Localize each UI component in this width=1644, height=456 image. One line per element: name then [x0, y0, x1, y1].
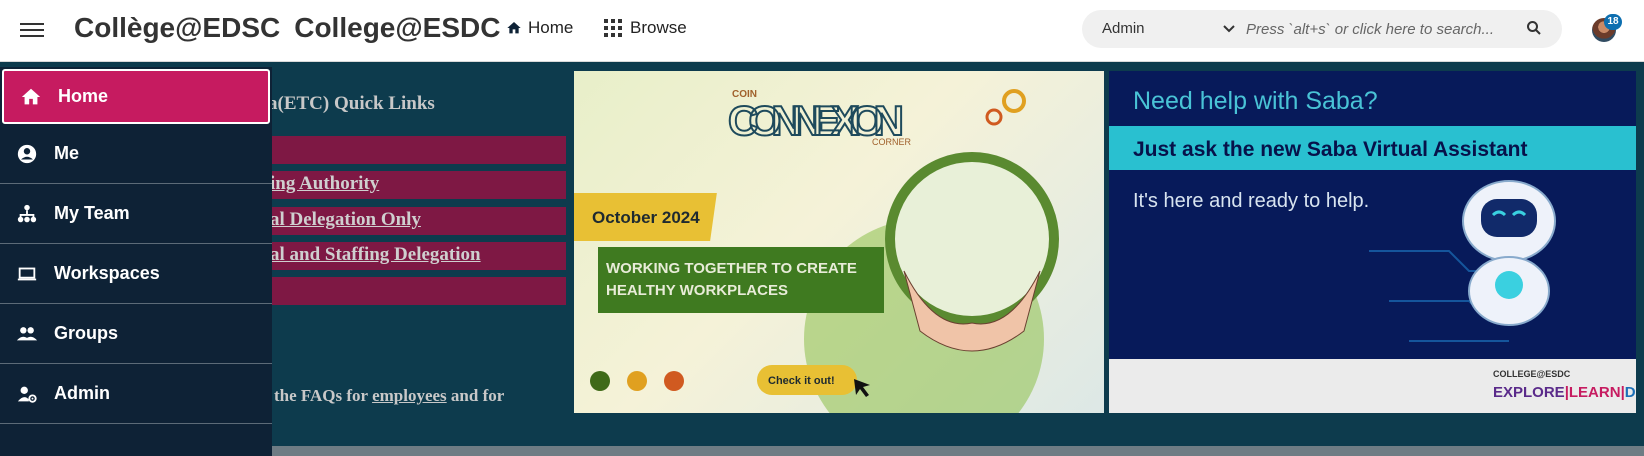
saba-logo-top: COLLEGE@ESDC [1493, 369, 1571, 379]
home-icon [18, 84, 44, 110]
saba-subtitle-post: Saba Virtual Assistant [1301, 138, 1527, 161]
nav-home-label: Home [528, 18, 574, 37]
nav-browse-link[interactable]: Browse [604, 18, 687, 38]
saba-subtitle: Just ask the new Saba Virtual Assistant [1133, 138, 1528, 161]
person-circle-icon [14, 141, 40, 167]
sidebar-item-groups[interactable]: Groups [0, 304, 272, 364]
sidebar-nav: Home Me My Team Workspaces Groups Admin [0, 67, 272, 456]
faq-prefix: the FAQs for [274, 386, 373, 405]
connexion-headline-1: WORKING TOGETHER TO CREATE [606, 260, 857, 277]
global-search: Admin [1082, 10, 1562, 48]
saba-tagline: It's here and ready to help. [1133, 190, 1369, 212]
saba-title: Need help with Saba? [1133, 87, 1378, 115]
content-footer-strip [272, 446, 1644, 456]
hamburger-menu-icon[interactable] [20, 20, 44, 40]
saba-logo-words: EXPLORE|LEARN|DO [1493, 384, 1636, 401]
dot-decoration [590, 371, 610, 391]
connexion-date: October 2024 [592, 208, 700, 227]
connexion-headline-2: HEALTHY WORKPLACES [606, 282, 788, 299]
brand-en: College@ESDC [294, 12, 501, 43]
saba-subtitle-bold: new [1260, 138, 1302, 161]
sidebar-item-label: Groups [54, 323, 119, 343]
quicklink-delegation-only[interactable]: al Delegation Only [270, 209, 421, 231]
admin-gear-icon [14, 381, 40, 407]
connexion-corner-banner[interactable]: COIN CONNEXION CORNER October 2024 WORKI… [574, 71, 1104, 413]
home-icon [507, 22, 521, 34]
sidebar-item-admin[interactable]: Admin [0, 364, 272, 424]
team-icon [14, 201, 40, 227]
notification-badge[interactable]: 18 [1604, 14, 1622, 30]
sidebar-item-me[interactable]: Me [0, 124, 272, 184]
brand-fr: Collège@EDSC [74, 12, 281, 43]
quicklink-bar[interactable] [270, 277, 566, 305]
sidebar-item-label: My Team [54, 203, 130, 223]
connexion-brand-bottom: CORNER [872, 137, 912, 147]
search-icon[interactable] [1526, 20, 1542, 36]
top-header: Collège@EDSC College@ESDC Home Browse Adm… [0, 0, 1644, 62]
laptop-icon [14, 261, 40, 287]
gear-icon [1002, 89, 1026, 113]
sidebar-item-home[interactable]: Home [2, 69, 270, 124]
connexion-cta: Check it out! [768, 375, 835, 387]
sidebar-item-label: Home [58, 86, 109, 106]
nav-home-link[interactable]: Home [506, 18, 573, 38]
grid-icon [604, 19, 622, 37]
sidebar-item-my-team[interactable]: My Team [0, 184, 272, 244]
saba-logo-learn: LEARN [1569, 384, 1621, 401]
connexion-banner-art: COIN CONNEXION CORNER October 2024 WORKI… [574, 89, 1059, 413]
faq-suffix: and for [446, 386, 505, 405]
search-input[interactable] [1246, 14, 1506, 44]
saba-assistant-banner[interactable]: Need help with Saba? Just ask the new Sa… [1109, 71, 1636, 413]
faq-text: the FAQs for employees and for [274, 386, 504, 406]
nav-browse-label: Browse [630, 18, 687, 37]
saba-logo-explore: EXPLORE [1493, 384, 1565, 401]
quicklinks-title: a(ETC) Quick Links [268, 93, 435, 114]
sidebar-item-workspaces[interactable]: Workspaces [0, 244, 272, 304]
sidebar-item-label: Admin [54, 383, 110, 403]
sidebar-item-label: Workspaces [54, 263, 160, 283]
quicklink-staffing-authority[interactable]: ing Authority [270, 173, 379, 195]
dot-decoration [664, 371, 684, 391]
gear-icon [985, 108, 1003, 126]
faq-employees-link[interactable]: employees [372, 386, 447, 405]
chevron-down-icon[interactable] [1222, 22, 1236, 36]
saba-logo-do: DO [1625, 384, 1636, 401]
dot-decoration [627, 371, 647, 391]
quicklink-staffing-delegation[interactable]: al and Staffing Delegation [270, 244, 481, 266]
saba-subtitle-pre: Just ask the [1133, 138, 1260, 161]
saba-banner-art: Need help with Saba? Just ask the new Sa… [1109, 71, 1636, 413]
headline-box [598, 247, 884, 313]
robot-face [1481, 199, 1537, 237]
sidebar-item-label: Me [54, 143, 80, 163]
robot-chest [1495, 271, 1523, 299]
people-icon [14, 321, 40, 347]
quicklink-bar[interactable] [270, 136, 566, 164]
search-scope-select[interactable]: Admin [1102, 20, 1145, 37]
site-brand[interactable]: Collège@EDSC College@ESDC [74, 12, 500, 44]
